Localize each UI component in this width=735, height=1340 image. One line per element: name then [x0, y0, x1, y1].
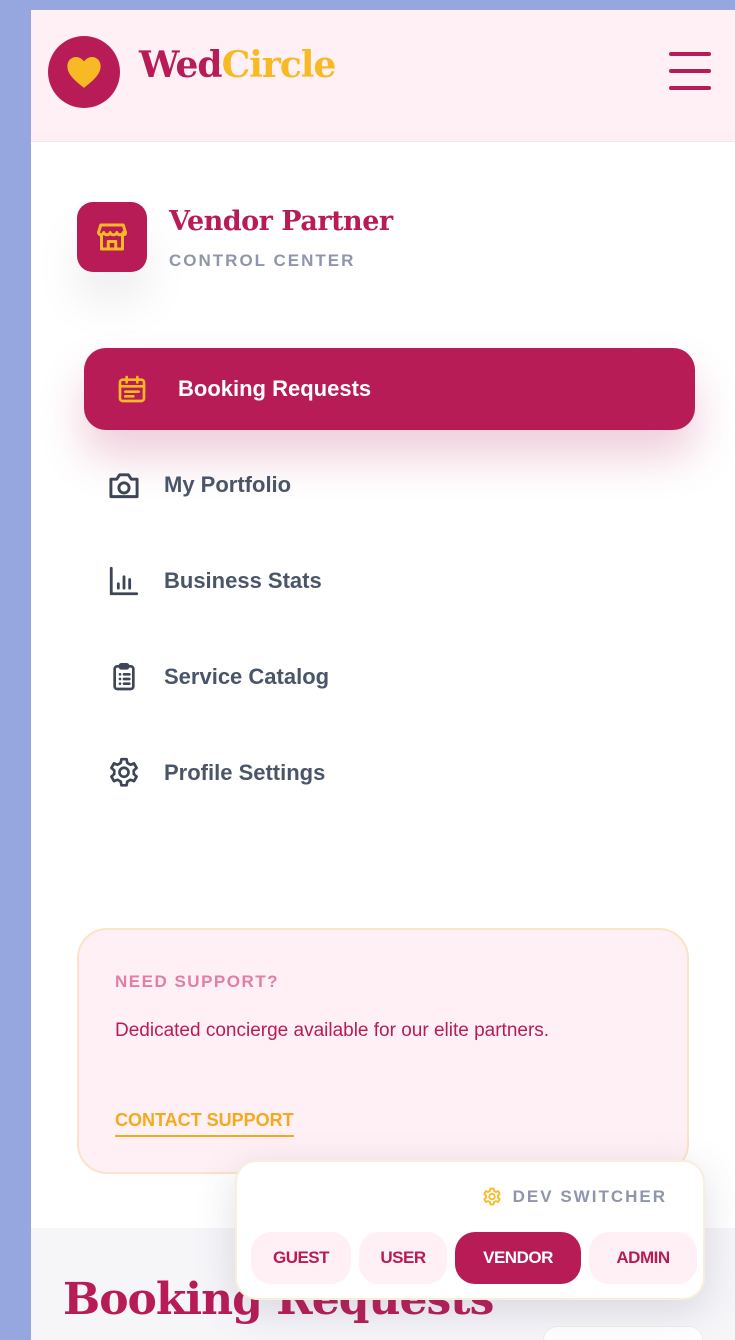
sidebar-item-label: My Portfolio [164, 472, 292, 497]
gear-icon [483, 1187, 501, 1206]
sidebar-item-service-catalog[interactable]: Service Catalog [84, 636, 695, 718]
sidebar-item-label: Business Stats [164, 568, 322, 593]
app-window: WedCircle Vendor Partner CONTROL CENTER … [31, 10, 735, 1340]
support-card: NEED SUPPORT? Dedicated concierge availa… [77, 928, 689, 1174]
sidebar-item-label: Service Catalog [164, 664, 330, 689]
heart-icon [67, 56, 101, 88]
brand-name[interactable]: WedCircle [139, 44, 337, 86]
support-text: Dedicated concierge available for our el… [115, 1020, 550, 1041]
vendor-subtitle: CONTROL CENTER [169, 251, 356, 270]
clipboard-list-icon [104, 657, 144, 697]
content-card [543, 1326, 703, 1340]
sidebar-item-profile-settings[interactable]: Profile Settings [84, 732, 695, 814]
sidebar-item-my-portfolio[interactable]: My Portfolio [84, 444, 695, 526]
hamburger-menu-icon [669, 52, 711, 56]
top-header: WedCircle [31, 10, 735, 142]
store-icon [97, 223, 127, 251]
role-vendor-button[interactable]: VENDOR [455, 1232, 581, 1284]
camera-icon [104, 465, 144, 505]
role-user-button[interactable]: USER [359, 1232, 447, 1284]
brand-name-part2: Circle [221, 44, 337, 86]
contact-support-link[interactable]: CONTACT SUPPORT [115, 1110, 294, 1137]
bar-chart-icon [104, 561, 144, 601]
sidebar-item-business-stats[interactable]: Business Stats [84, 540, 695, 622]
dev-switcher-header: DEV SWITCHER [481, 1186, 667, 1208]
logo[interactable] [48, 36, 120, 108]
gear-icon [104, 753, 144, 793]
vendor-avatar [77, 202, 147, 272]
dev-switcher: DEV SWITCHER GUEST USER VENDOR ADMIN [235, 1160, 705, 1300]
support-heading: NEED SUPPORT? [115, 972, 280, 991]
sidebar-item-booking-requests[interactable]: Booking Requests [84, 348, 695, 430]
sidebar-item-label: Booking Requests [178, 376, 372, 401]
sidebar-item-label: Profile Settings [164, 760, 326, 785]
hamburger-menu-button[interactable] [667, 50, 713, 92]
calendar-icon [112, 369, 152, 409]
brand-name-part1: Wed [139, 44, 223, 86]
vendor-title: Vendor Partner [169, 206, 393, 237]
role-admin-button[interactable]: ADMIN [589, 1232, 697, 1284]
dev-switcher-title: DEV SWITCHER [512, 1187, 667, 1206]
role-options: GUEST USER VENDOR ADMIN [251, 1232, 697, 1284]
role-guest-button[interactable]: GUEST [251, 1232, 351, 1284]
